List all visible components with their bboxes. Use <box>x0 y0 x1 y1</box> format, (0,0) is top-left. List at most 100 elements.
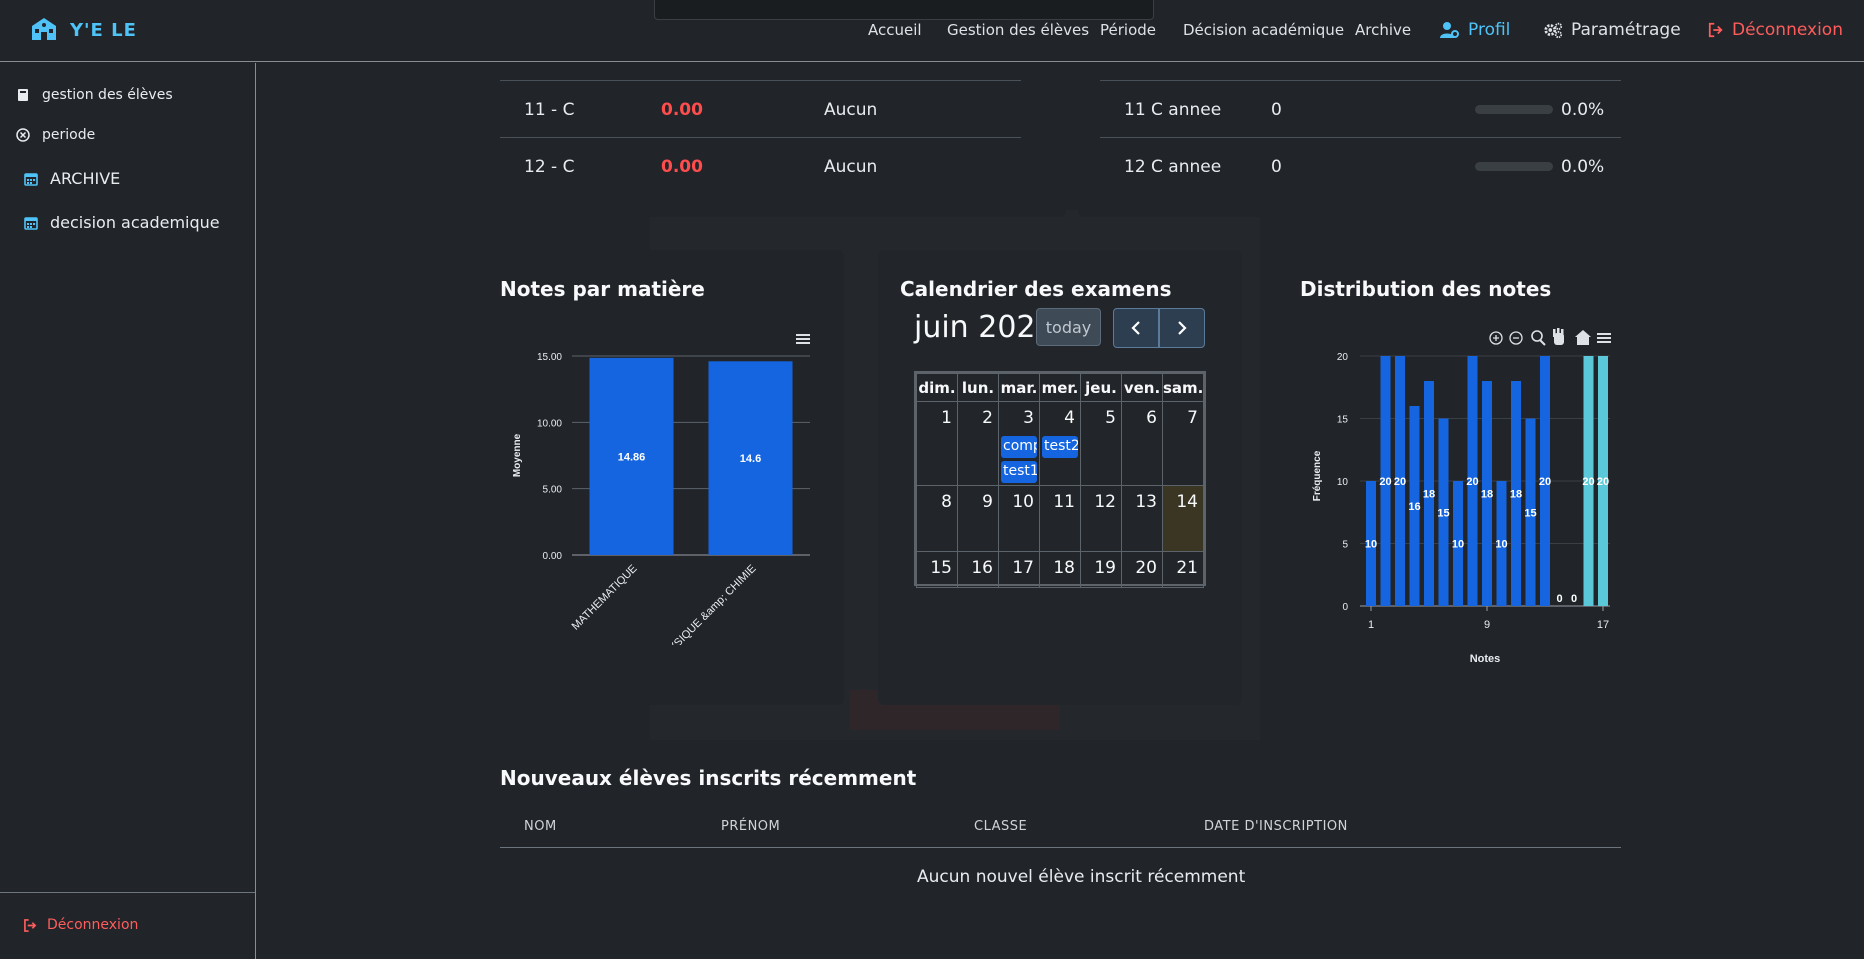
progress-bar <box>1475 162 1553 171</box>
calendar-day[interactable]: 19 <box>1080 551 1122 588</box>
bar-data-label: 20 <box>1582 476 1594 488</box>
class-mention: Aucun <box>824 157 878 177</box>
calendar-day[interactable]: 5 <box>1080 401 1122 486</box>
class-name: 11 - C <box>524 100 575 120</box>
y-tick-label: 15 <box>1337 415 1349 426</box>
prev-month-button[interactable] <box>1113 308 1159 348</box>
class-name: 12 - C <box>524 157 575 177</box>
column-header-prenom: PRÉNOM <box>721 819 781 834</box>
pan-hand-icon[interactable] <box>1553 328 1564 345</box>
calendar-day[interactable]: 18 <box>1039 551 1081 588</box>
chevron-right-icon <box>1178 321 1187 335</box>
sidebar-item-decision-academique[interactable]: decision academique <box>24 213 220 232</box>
weekday-header: mer. <box>1039 373 1081 402</box>
chevron-left-icon <box>1131 321 1140 335</box>
bar-data-label: 14.86 <box>618 451 646 463</box>
sidebar-item-archive[interactable]: ARCHIVE <box>24 169 120 188</box>
nav-profile-label: Profil <box>1468 20 1511 40</box>
sidebar-logout[interactable]: Déconnexion <box>24 917 138 933</box>
nav-profile[interactable]: Profil <box>1440 20 1510 40</box>
calendar-day[interactable]: 4 test2 <box>1039 401 1081 486</box>
bar-data-label: 18 <box>1510 489 1522 501</box>
class-mention: Aucun <box>824 100 878 120</box>
calendar-day[interactable]: 6 <box>1121 401 1163 486</box>
bar-data-label: 15 <box>1524 507 1536 519</box>
brand-logo[interactable]: Y'E LE <box>30 18 137 42</box>
empty-state-message: Aucun nouvel élève inscrit récemment <box>917 867 1246 887</box>
calendar-day[interactable]: 15 <box>916 551 958 588</box>
calendar-day[interactable]: 13 <box>1121 485 1163 552</box>
progress-bar <box>1475 105 1553 114</box>
column-header-nom: NOM <box>524 819 557 834</box>
weekday-header: sam. <box>1162 373 1204 402</box>
sidebar-item-periode[interactable]: periode <box>16 127 95 143</box>
class-averages-card <box>478 62 1066 217</box>
nav-decision-academique[interactable]: Décision académique <box>1183 21 1344 39</box>
bar-data-label: 18 <box>1423 489 1435 501</box>
bar-data-label: 20 <box>1597 476 1609 488</box>
calendar-day[interactable]: 12 <box>1080 485 1122 552</box>
class-count: 0 <box>1271 157 1282 177</box>
column-header-classe: CLASSE <box>974 819 1028 834</box>
distribution-bar-chart: 051015201020 20161815102018101815200 020 20… <box>1312 328 1611 665</box>
x-tick-label: MATHEMATIQUE <box>570 563 640 633</box>
menu-icon[interactable] <box>1597 333 1611 343</box>
bar-data-label: 0 <box>1556 593 1562 605</box>
class-average: 0.00 <box>661 100 703 120</box>
nav-gestion-eleves[interactable]: Gestion des élèves <box>947 21 1089 39</box>
sidebar-item-gestion-eleves[interactable]: gestion des élèves <box>16 87 173 103</box>
weekday-header: mar. <box>998 373 1040 402</box>
calendar-day[interactable]: 3 comp test1 <box>998 401 1040 486</box>
recent-students-title: Nouveaux élèves inscrits récemment <box>500 766 917 790</box>
calendar-event[interactable]: test2 <box>1042 436 1078 458</box>
calendar-day[interactable]: 17 <box>998 551 1040 588</box>
sidebar-item-label: decision academique <box>50 213 220 232</box>
calendar-day[interactable]: 8 <box>916 485 958 552</box>
search-popup <box>654 0 1154 20</box>
x-tick-label: 9 <box>1484 619 1490 631</box>
bar-data-label: 14.6 <box>740 453 761 465</box>
calendar-panel-title: Calendrier des examens <box>900 277 1172 301</box>
brand-name: Y'E LE <box>70 19 137 41</box>
calendar-day[interactable]: 21 <box>1162 551 1204 588</box>
zoom-in-icon[interactable] <box>1489 331 1503 345</box>
next-month-button[interactable] <box>1159 308 1205 348</box>
calendar-event[interactable]: comp <box>1001 436 1037 458</box>
calendar-event[interactable]: test1 <box>1001 461 1037 483</box>
nav-periode[interactable]: Période <box>1100 21 1156 39</box>
calendar-day-today[interactable]: 14 <box>1162 485 1204 552</box>
zoom-out-icon[interactable] <box>1509 331 1523 345</box>
menu-icon[interactable] <box>796 334 810 344</box>
table-divider <box>1100 80 1621 81</box>
calendar-day[interactable]: 7 <box>1162 401 1204 486</box>
calendar-day[interactable]: 2 <box>957 401 999 486</box>
sidebar-item-label: gestion des élèves <box>42 87 173 103</box>
home-icon[interactable] <box>1575 330 1591 345</box>
nav-accueil[interactable]: Accueil <box>868 21 922 39</box>
sidebar-divider <box>0 892 255 893</box>
y-tick-label: 10 <box>1337 477 1349 488</box>
class-name: 11 C annee <box>1124 100 1222 120</box>
circle-x-icon <box>16 128 30 142</box>
today-button[interactable]: today <box>1036 308 1101 346</box>
magnifier-icon[interactable] <box>1531 330 1546 346</box>
calendar-day[interactable]: 9 <box>957 485 999 552</box>
top-navbar: Y'E LE Accueil Gestion des élèves Périod… <box>0 0 1864 62</box>
notes-panel-title: Notes par matière <box>500 277 705 301</box>
calendar-day[interactable]: 11 <box>1039 485 1081 552</box>
table-divider <box>500 847 1621 848</box>
x-axis-label: Notes <box>1470 653 1501 665</box>
nav-settings[interactable]: Paramétrage <box>1543 20 1681 40</box>
calendar-day[interactable]: 20 <box>1121 551 1163 588</box>
nav-logout[interactable]: Déconnexion <box>1708 20 1843 40</box>
gears-icon <box>1544 22 1563 39</box>
calendar-day[interactable]: 16 <box>957 551 999 588</box>
bar-data-label: 20 <box>1466 476 1478 488</box>
bar-data-label: 20 <box>1394 476 1406 488</box>
nav-settings-label: Paramétrage <box>1571 20 1681 40</box>
calendar-day[interactable]: 1 <box>916 401 958 486</box>
nav-archive[interactable]: Archive <box>1355 21 1411 39</box>
x-tick-label: 1 <box>1368 619 1374 631</box>
y-axis-label: Fréquence <box>1312 450 1323 501</box>
calendar-day[interactable]: 10 <box>998 485 1040 552</box>
